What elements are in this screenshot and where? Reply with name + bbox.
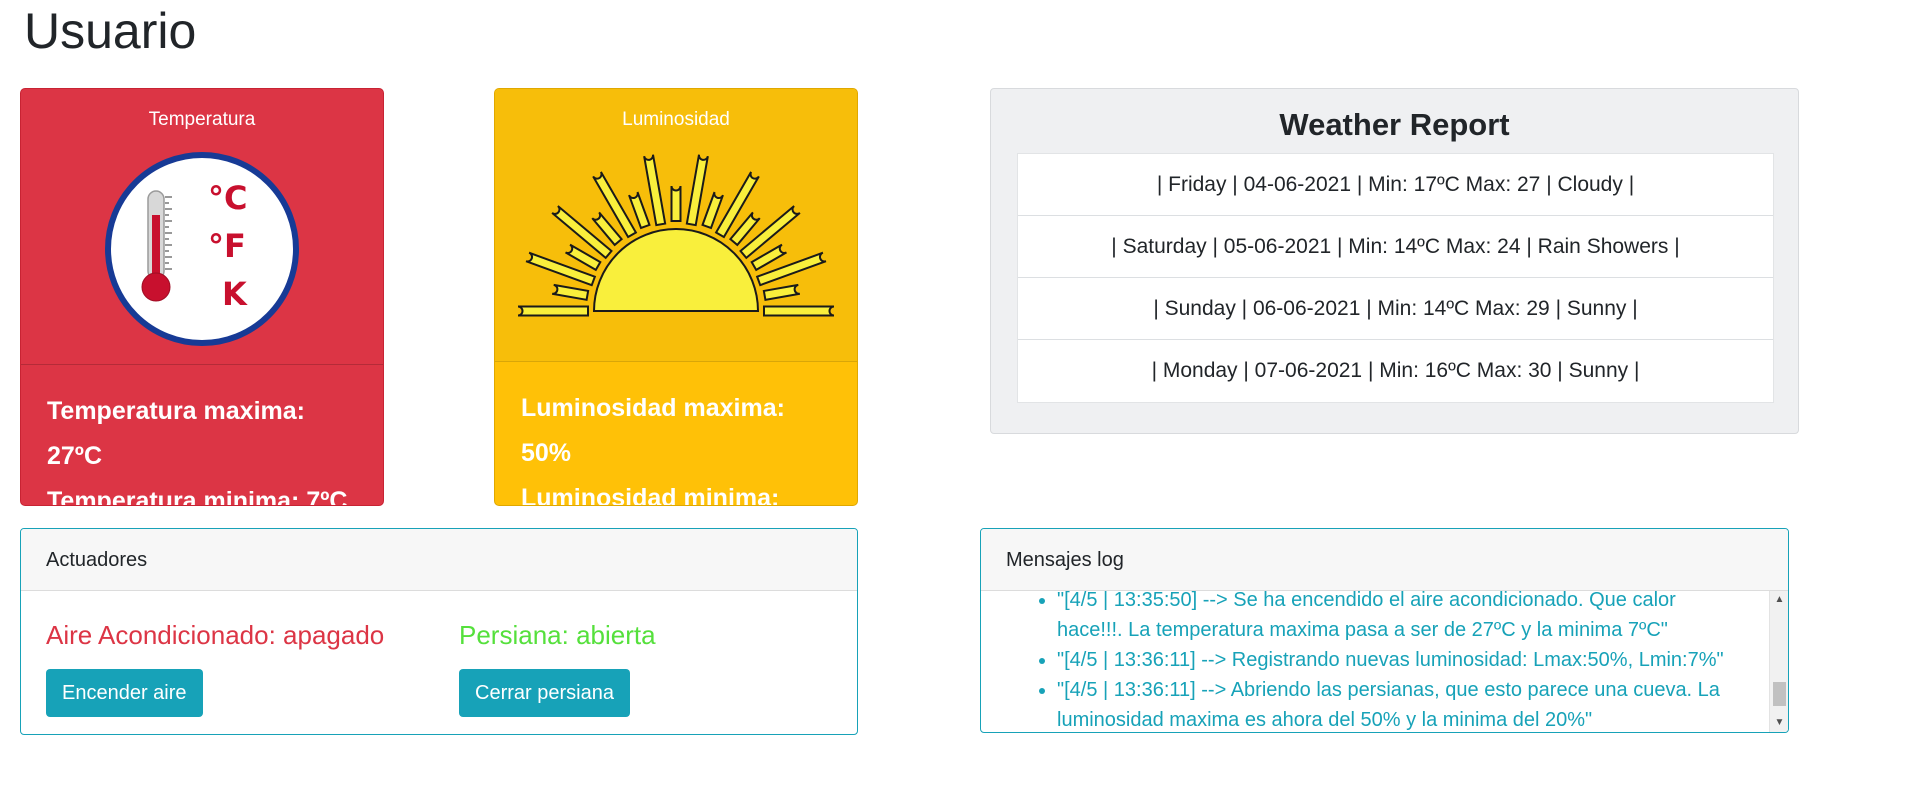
scroll-down-arrow-icon[interactable]: ▼ <box>1770 714 1788 732</box>
weather-row: | Sunday | 06-06-2021 | Min: 14ºC Max: 2… <box>1018 278 1773 340</box>
turn-on-air-button[interactable]: Encender aire <box>46 669 203 717</box>
actuators-panel-header: Actuadores <box>21 529 857 591</box>
weather-report: Weather Report | Friday | 04-06-2021 | M… <box>990 88 1799 434</box>
weather-list: | Friday | 04-06-2021 | Min: 17ºC Max: 2… <box>1017 153 1774 403</box>
log-panel: Mensajes log "[4/5 | 13:35:50] --> Se ha… <box>980 528 1789 733</box>
blind-status: Persiana: abierta <box>459 620 656 650</box>
weather-report-title: Weather Report <box>1279 107 1510 142</box>
log-message: "[4/5 | 13:36:11] --> Abriendo las persi… <box>1057 675 1746 732</box>
weather-row: | Monday | 07-06-2021 | Min: 16ºC Max: 3… <box>1151 359 1640 382</box>
svg-text:°F: °F <box>208 227 246 265</box>
scroll-up-arrow-icon[interactable]: ▲ <box>1770 591 1788 609</box>
sun-ray <box>670 185 682 222</box>
svg-text:K: K <box>222 275 248 313</box>
luminosity-max: Luminosidad maxima: 50% <box>521 394 785 467</box>
luminosity-card-body: Luminosidad maxima: 50% Luminosidad mini… <box>495 362 857 506</box>
air-conditioner-control: Aire Acondicionado: apagado Encender air… <box>46 615 384 717</box>
sun-ray <box>762 283 801 301</box>
temperature-card-header: Temperatura °C °F K <box>21 89 383 365</box>
thermometer-icon: °C °F K <box>104 151 300 352</box>
close-blind-button[interactable]: Cerrar persiana <box>459 669 630 717</box>
luminosity-card: Luminosidad Luminosidad maxima: 50% Lumi… <box>494 88 858 506</box>
luminosity-card-title: Luminosidad <box>622 109 730 130</box>
air-conditioner-status: Aire Acondicionado: apagado <box>46 620 385 650</box>
svg-text:°C: °C <box>208 179 247 217</box>
sun-ray <box>551 283 590 301</box>
sun-ray <box>685 154 709 227</box>
log-panel-header: Mensajes log <box>981 529 1788 591</box>
log-scrollbar[interactable]: ▲ ▼ <box>1769 591 1788 732</box>
temperature-card-title: Temperatura <box>148 109 256 130</box>
luminosity-min: Luminosidad minima: 20% <box>521 484 780 506</box>
sun-icon <box>516 151 836 326</box>
page-title: Usuario <box>24 3 197 59</box>
temperature-card-body: Temperatura maxima: 27ºC Temperatura min… <box>21 365 383 506</box>
sun-ray <box>643 154 667 227</box>
sun-ray <box>763 305 835 317</box>
sun-ray <box>517 305 589 317</box>
scroll-thumb[interactable] <box>1773 682 1786 706</box>
log-message: "[4/5 | 13:35:50] --> Se ha encendido el… <box>1057 585 1746 645</box>
temperature-card: Temperatura °C °F K Temperatura maxima: … <box>20 88 384 506</box>
log-scroll-area[interactable]: "[4/5 | 13:35:50] --> Se ha encendido el… <box>981 589 1788 732</box>
weather-row: | Saturday | 05-06-2021 | Min: 14ºC Max:… <box>1018 216 1773 278</box>
temperature-min: Temperatura minima: 7ºC <box>47 487 348 506</box>
log-message: "[4/5 | 13:36:11] --> Registrando nuevas… <box>1057 645 1746 675</box>
temperature-max: Temperatura maxima: 27ºC <box>47 397 305 470</box>
blind-control: Persiana: abierta Cerrar persiana <box>459 615 656 717</box>
sun-ray <box>628 191 651 230</box>
actuators-panel: Actuadores Aire Acondicionado: apagado E… <box>20 528 858 735</box>
log-list: "[4/5 | 13:35:50] --> Se ha encendido el… <box>981 585 1768 732</box>
sun-ray <box>701 191 724 230</box>
luminosity-card-header: Luminosidad <box>495 89 857 362</box>
weather-row: | Friday | 04-06-2021 | Min: 17ºC Max: 2… <box>1018 154 1773 216</box>
